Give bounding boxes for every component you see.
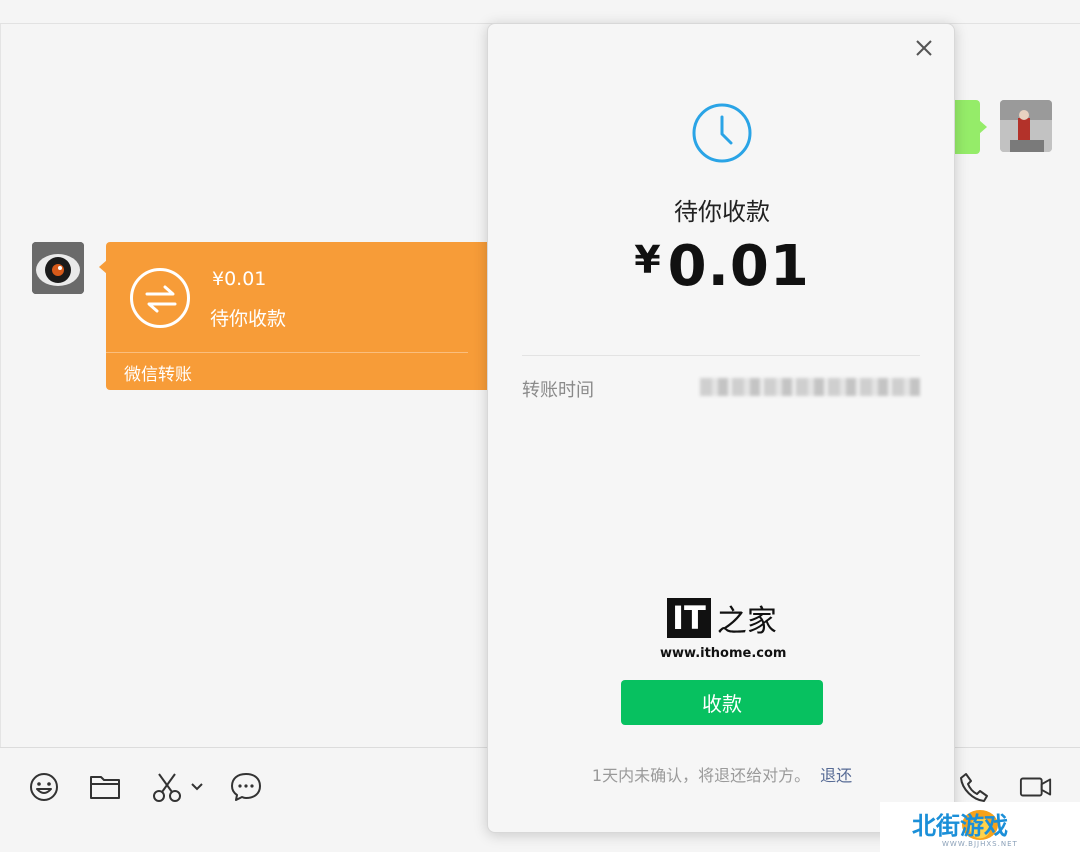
- ithome-watermark: IT 之家 www.ithome.com: [660, 596, 787, 661]
- window-top-bar: [0, 0, 1080, 24]
- contact-avatar[interactable]: [32, 242, 84, 294]
- watermark-logo: IT 之家: [660, 596, 784, 640]
- refund-link[interactable]: 退还: [820, 766, 852, 785]
- transfer-time-label: 转账时间: [522, 380, 594, 401]
- refund-notice-text: 1天内未确认，将退还给对方。: [591, 766, 811, 785]
- phone-icon: [960, 773, 988, 802]
- screenshot-button[interactable]: [150, 770, 184, 804]
- watermark-url: www.ithome.com: [660, 646, 787, 661]
- currency-symbol: ¥: [634, 238, 662, 282]
- clock-icon: [691, 102, 753, 168]
- transfer-card-status: 待你收款: [210, 308, 287, 330]
- transfer-message-card[interactable]: ¥0.01 待你收款 微信转账: [99, 242, 506, 390]
- close-button[interactable]: [912, 36, 936, 60]
- transfer-arrows-icon: [130, 268, 190, 328]
- transfer-detail-dialog: 待你收款 ¥0.01 转账时间 IT 之家 www.ithome.com 收款 …: [487, 23, 955, 833]
- folder-icon: [90, 776, 120, 799]
- video-call-button[interactable]: [1019, 770, 1053, 804]
- site-watermark-badge: 北街游戏 WWW.BJJHXS.NET: [880, 802, 1080, 852]
- amount-value: 0.01: [667, 234, 810, 299]
- video-icon: [1019, 777, 1052, 797]
- close-icon: [916, 40, 932, 56]
- transfer-card-footer: 微信转账: [124, 365, 192, 385]
- chat-history-button[interactable]: [229, 770, 263, 804]
- transfer-time-value-redacted: [700, 378, 920, 396]
- emoji-icon: [30, 773, 58, 801]
- site-name: 北街游戏: [912, 812, 1008, 840]
- scissors-icon: [153, 773, 181, 802]
- own-avatar[interactable]: [1000, 100, 1052, 152]
- transfer-card-amount: ¥0.01: [212, 268, 267, 290]
- file-button[interactable]: [88, 770, 122, 804]
- payment-status: 待你收款: [674, 198, 770, 226]
- site-url: WWW.BJJHXS.NET: [942, 840, 1018, 848]
- watermark-brand-suffix: 之家: [716, 604, 777, 639]
- chat-bubble-icon: [231, 773, 261, 801]
- chevron-down-icon: [191, 783, 203, 791]
- watermark-brand: IT: [667, 598, 711, 638]
- receive-button[interactable]: 收款: [621, 680, 823, 725]
- detail-divider: [522, 355, 920, 356]
- transfer-card-divider: [106, 352, 468, 353]
- voice-call-button[interactable]: [957, 770, 991, 804]
- payment-amount: ¥0.01: [488, 234, 956, 299]
- refund-notice: 1天内未确认，将退还给对方。 退还: [488, 762, 956, 786]
- emoji-button[interactable]: [27, 770, 61, 804]
- screenshot-options-button[interactable]: [187, 770, 207, 804]
- panel-divider: [0, 24, 1, 852]
